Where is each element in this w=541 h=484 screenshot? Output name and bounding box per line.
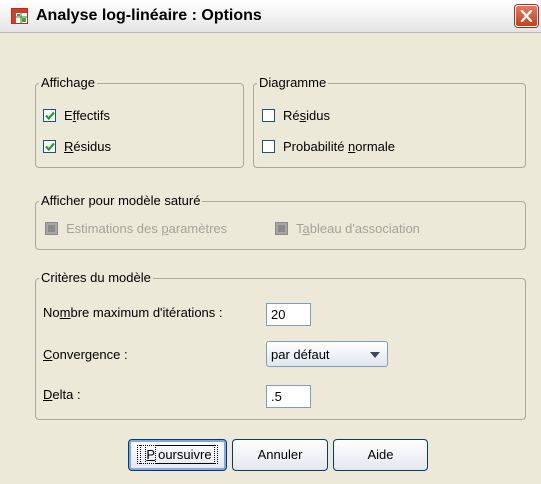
effectifs-checkbox[interactable]: Effectifs [43, 108, 110, 123]
modele-sature-group-label: Afficher pour modèle saturé [39, 193, 203, 208]
checkmark-icon [45, 142, 55, 152]
probabilite-normale-label: Probabilité normale [283, 139, 396, 154]
convergence-label: Convergence : [43, 347, 128, 362]
effectifs-check-box[interactable] [43, 109, 56, 122]
aide-button[interactable]: Aide [333, 439, 428, 471]
plot-residus-label: Résidus [283, 108, 330, 123]
checkmark-icon [45, 111, 55, 121]
probabilite-normale-checkbox[interactable]: Probabilité normale [262, 139, 395, 154]
annuler-button[interactable]: Annuler [232, 439, 328, 471]
convergence-select[interactable]: par défaut [266, 341, 388, 367]
poursuivre-label: Poursuivre [137, 445, 218, 464]
window-title: Analyse log-linéaire : Options [36, 7, 262, 24]
dropdown-arrow-icon [370, 352, 380, 358]
iterations-input[interactable]: 20 [266, 303, 311, 326]
convergence-value: par défaut [271, 347, 330, 362]
diagramme-group: Diagramme [253, 75, 526, 168]
plot-residus-check-box[interactable] [262, 109, 275, 122]
tableau-association-check-box[interactable] [275, 222, 288, 235]
app-icon [11, 8, 28, 24]
iterations-label: Nombre maximum d'itérations : [43, 305, 223, 320]
probabilite-normale-check-box[interactable] [262, 140, 275, 153]
delta-label: Delta : [43, 387, 81, 402]
affichage-group: Affichage [35, 75, 244, 168]
effectifs-label: Effectifs [64, 108, 111, 123]
poursuivre-button[interactable]: Poursuivre [128, 439, 227, 471]
estimations-parametres-check-box[interactable] [45, 222, 58, 235]
close-button[interactable] [515, 5, 538, 27]
estimations-parametres-checkbox[interactable]: Estimations des paramètres [45, 221, 227, 236]
title-bar: Analyse log-linéaire : Options [0, 0, 541, 33]
estimations-parametres-label: Estimations des paramètres [66, 221, 228, 236]
close-icon [520, 10, 533, 22]
affichage-group-label: Affichage [39, 75, 97, 90]
tableau-association-checkbox[interactable]: Tableau d'association [275, 221, 420, 236]
diagramme-group-label: Diagramme [257, 75, 329, 90]
delta-input[interactable]: .5 [266, 385, 311, 408]
residus-check-box[interactable] [43, 140, 56, 153]
plot-residus-checkbox[interactable]: Résidus [262, 108, 330, 123]
criteres-modele-group-label: Critères du modèle [39, 270, 153, 285]
residus-checkbox[interactable]: Résidus [43, 139, 111, 154]
residus-label: Résidus [64, 139, 111, 154]
tableau-association-label: Tableau d'association [296, 221, 420, 236]
